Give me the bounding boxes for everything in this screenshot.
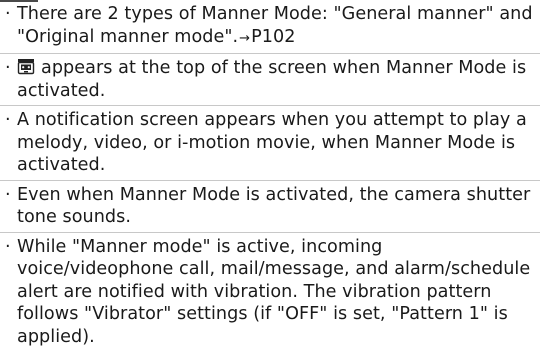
page-reference-arrow: → xyxy=(239,30,251,46)
note-vibration: · While "Manner mode" is active, incomin… xyxy=(0,231,540,349)
section-rule xyxy=(0,0,38,2)
note-camera-shutter: · Even when Manner Mode is activated, th… xyxy=(0,179,540,229)
bullet: · xyxy=(5,58,11,78)
note-manner-mode-types: · There are 2 types of Manner Mode: "Gen… xyxy=(0,3,540,50)
page-reference[interactable]: P102 xyxy=(251,27,295,47)
note-text: Even when Manner Mode is activated, the … xyxy=(17,184,531,228)
note-text: A notification screen appears when you a… xyxy=(17,110,527,175)
note-text: While "Manner mode" is active, incoming … xyxy=(17,236,531,347)
bullet: · xyxy=(5,184,11,205)
note-notification-screen: · A notification screen appears when you… xyxy=(0,105,540,177)
bullet: · xyxy=(5,110,11,130)
notes-list: · There are 2 types of Manner Mode: "Gen… xyxy=(0,3,540,348)
bullet: · xyxy=(5,4,11,24)
manner-mode-icon xyxy=(17,59,35,75)
note-manner-icon: · appears at the top of the screen when … xyxy=(0,53,540,102)
bullet: · xyxy=(5,236,11,257)
manual-page: · There are 2 types of Manner Mode: "Gen… xyxy=(0,0,545,352)
note-text: appears at the top of the screen when Ma… xyxy=(17,58,527,101)
